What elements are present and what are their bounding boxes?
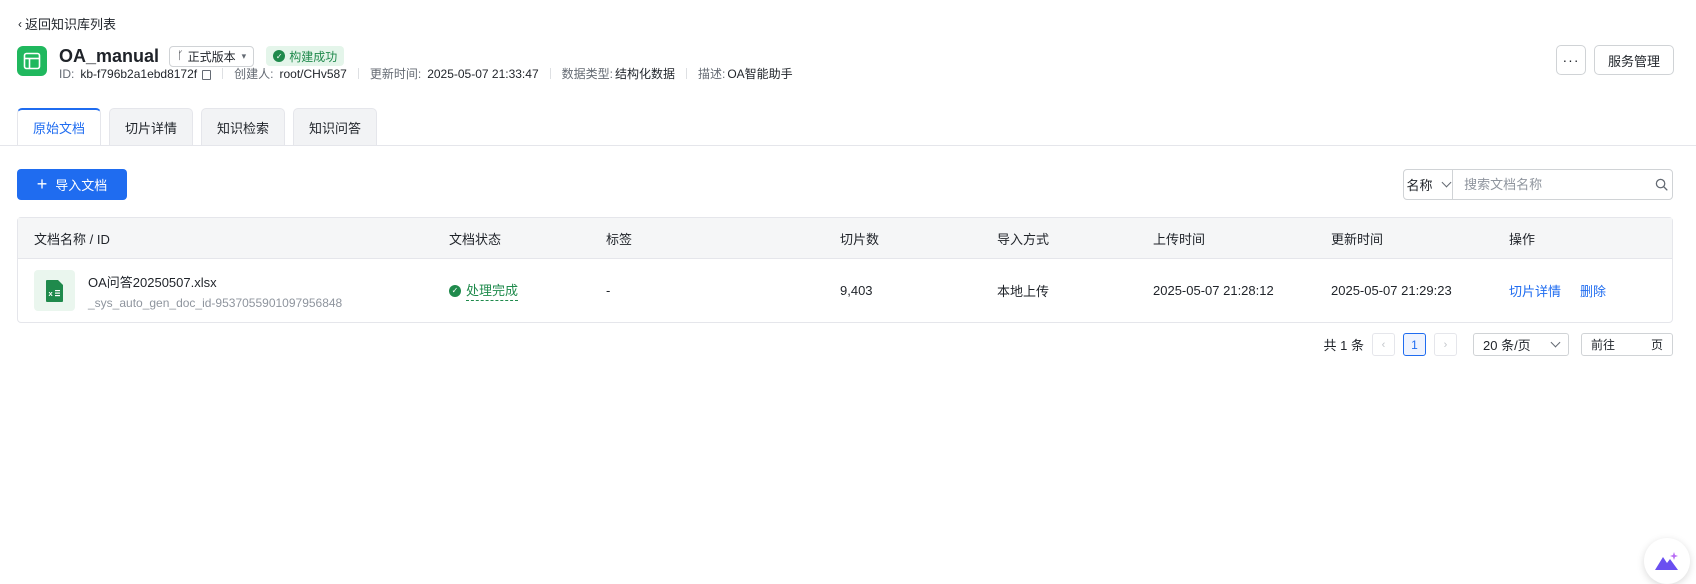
assistant-float-button[interactable] [1644, 538, 1690, 584]
page-size-select[interactable]: 20 条/页 [1473, 333, 1569, 356]
creator-value: root/CHv587 [279, 66, 347, 81]
mountain-sparkle-icon [1655, 552, 1678, 570]
processing-status-label[interactable]: 处理完成 [466, 280, 519, 301]
tab-raw-docs[interactable]: 原始文档 [17, 108, 102, 145]
slice-detail-link[interactable]: 切片详情 [1509, 281, 1561, 300]
column-header: 标签 [606, 231, 633, 247]
slice-count: 9,403 [840, 283, 873, 298]
creator-label: 创建人: [234, 67, 274, 81]
excel-file-icon: x [34, 270, 75, 311]
file-id: _sys_auto_gen_doc_id-9537055901097956848 [88, 295, 343, 310]
page-number[interactable]: 1 [1403, 333, 1426, 356]
kb-header: OA_manual ᚴ 正式版本 ▾ ✓ 构建成功 ID: kb-f796b2a… [17, 44, 1696, 94]
tag-cell: - [606, 283, 611, 298]
back-to-kb-list-link[interactable]: ‹ 返回知识库列表 [18, 14, 116, 33]
page-size-label: 20 条/页 [1483, 338, 1531, 353]
divider [549, 68, 551, 79]
kb-meta: ID: kb-f796b2a1ebd8172f 创建人: root/CHv587… [59, 65, 793, 82]
divider [222, 68, 224, 79]
delete-link[interactable]: 删除 [1580, 281, 1606, 300]
more-button[interactable]: ··· [1556, 45, 1586, 75]
search-input[interactable] [1453, 170, 1652, 199]
column-header: 文档状态 [449, 231, 502, 247]
import-label: 导入文档 [55, 178, 108, 193]
version-select[interactable]: ᚴ 正式版本 ▾ [169, 45, 255, 67]
column-header: 更新时间 [1331, 231, 1384, 247]
tab-knowledge-qa[interactable]: 知识问答 [293, 108, 378, 145]
version-label: 正式版本 [187, 49, 236, 64]
next-page-button[interactable]: › [1434, 333, 1457, 356]
column-header: 上传时间 [1153, 231, 1206, 247]
chevron-down-icon [1550, 337, 1561, 348]
row-actions: 切片详情 删除 [1509, 281, 1606, 300]
datatype-value: 结构化数据 [614, 67, 675, 81]
search-bar: 名称 [1403, 169, 1673, 200]
column-header: 文档名称 / ID [34, 231, 110, 247]
goto-page-input[interactable]: 前往 页 [1581, 333, 1673, 356]
divider [357, 68, 359, 79]
upload-time: 2025-05-07 21:28:12 [1153, 283, 1274, 298]
chevron-down-icon: ▾ [241, 50, 247, 61]
build-status-badge: ✓ 构建成功 [266, 46, 345, 66]
goto-suffix: 页 [1650, 338, 1663, 352]
table-icon [17, 46, 47, 76]
pagination: 共 1 条 ‹ 1 › 20 条/页 前往 页 [1324, 333, 1673, 356]
tab-slice-details[interactable]: 切片详情 [109, 108, 194, 145]
tab-bar: 原始文档 切片详情 知识检索 知识问答 [17, 108, 378, 145]
table-header: 文档名称 / ID 文档状态 标签 切片数 导入方式 上传时间 更新时间 操作 [18, 218, 1672, 259]
column-header: 切片数 [840, 231, 880, 247]
divider [685, 68, 687, 79]
column-header: 操作 [1509, 231, 1536, 247]
id-value: kb-f796b2a1ebd8172f [80, 66, 198, 81]
chevron-down-icon [1441, 177, 1451, 188]
table-row: x OA问答20250507.xlsx _sys_auto_gen_doc_id… [18, 259, 1672, 322]
total-count: 共 1 条 [1323, 338, 1364, 353]
datatype-label: 数据类型: [561, 67, 613, 81]
search-icon[interactable] [1651, 170, 1672, 199]
id-label: ID: [59, 66, 75, 81]
search-type-label: 名称 [1406, 178, 1433, 193]
documents-table: 文档名称 / ID 文档状态 标签 切片数 导入方式 上传时间 更新时间 操作 … [17, 217, 1673, 323]
copy-icon[interactable] [202, 69, 212, 80]
update-time: 2025-05-07 21:29:23 [1331, 283, 1452, 298]
processing-status: ✓ 处理完成 [449, 280, 519, 301]
updated-label: 更新时间: [369, 67, 422, 81]
branch-icon: ᚴ [177, 50, 184, 62]
import-docs-button[interactable]: + 导入文档 [17, 169, 127, 200]
desc-value: OA智能助手 [727, 67, 793, 81]
import-method: 本地上传 [997, 284, 1050, 299]
file-name: OA问答20250507.xlsx [88, 274, 217, 290]
desc-label: 描述: [697, 67, 726, 81]
goto-prefix: 前往 [1591, 338, 1616, 352]
prev-page-button[interactable]: ‹ [1372, 333, 1395, 356]
check-circle-icon: ✓ [273, 50, 286, 62]
plus-icon: + [36, 173, 48, 194]
tabs-divider [0, 145, 1696, 146]
page-title: OA_manual [59, 45, 160, 66]
build-status-label: 构建成功 [289, 49, 338, 64]
tab-knowledge-search[interactable]: 知识检索 [201, 108, 286, 145]
back-link-label: 返回知识库列表 [25, 17, 117, 32]
column-header: 导入方式 [997, 231, 1050, 247]
search-type-select[interactable]: 名称 [1404, 170, 1454, 199]
check-circle-icon: ✓ [449, 284, 461, 297]
service-management-button[interactable]: 服务管理 [1594, 45, 1674, 75]
updated-value: 2025-05-07 21:33:47 [427, 66, 539, 81]
file-cell: x OA问答20250507.xlsx _sys_auto_gen_doc_id… [34, 270, 342, 311]
chevron-left-icon: ‹ [18, 16, 22, 31]
